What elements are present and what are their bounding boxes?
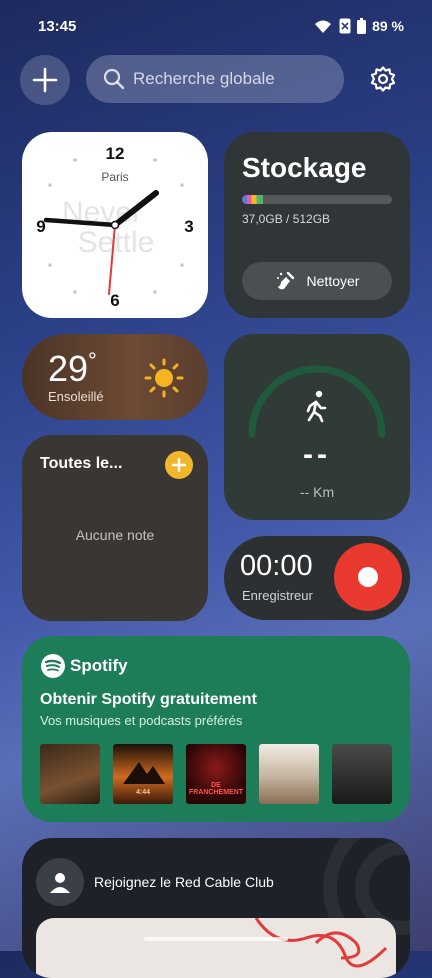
wifi-icon — [313, 18, 333, 34]
status-time: 13:45 — [38, 18, 77, 35]
clock-watermark: Settle — [78, 226, 155, 259]
record-dot-icon — [358, 567, 378, 587]
clean-button-label: Nettoyer — [306, 273, 360, 289]
walking-icon — [306, 390, 327, 423]
home-indicator[interactable] — [144, 937, 288, 941]
album-cover[interactable] — [259, 744, 319, 804]
club-text: Rejoignez le Red Cable Club — [94, 874, 274, 890]
avatar — [36, 858, 84, 906]
add-note-button[interactable] — [165, 451, 193, 479]
sun-icon — [144, 358, 184, 398]
notes-title: Toutes le... — [40, 455, 123, 472]
red-cable-art — [254, 918, 388, 968]
album-cover[interactable]: 4:44 — [113, 744, 173, 804]
notes-empty-text: Aucune note — [75, 527, 155, 543]
global-search-bar[interactable]: Recherche globale — [86, 55, 344, 103]
album-list: 4:44 DE FRANCHEMENT — [40, 744, 392, 804]
spotify-icon — [41, 654, 65, 678]
weather-condition: Ensoleillé — [48, 389, 104, 404]
clock-numeral: 3 — [184, 217, 193, 236]
album-cover[interactable] — [40, 744, 100, 804]
steps-widget[interactable]: -- -- Km — [224, 334, 410, 520]
plus-icon — [32, 67, 58, 93]
clock-numeral: 6 — [110, 291, 119, 310]
storage-usage-text: 37,0GB / 512GB — [242, 212, 331, 226]
spotify-brand-name: Spotify — [70, 656, 128, 675]
settings-button[interactable] — [362, 58, 404, 100]
storage-title: Stockage — [242, 152, 367, 183]
search-icon — [103, 68, 125, 90]
user-icon — [50, 873, 70, 893]
sim-disabled-icon — [339, 18, 351, 34]
battery-level: 89 % — [372, 18, 404, 34]
search-placeholder: Recherche globale — [133, 69, 275, 88]
recorder-time: 00:00 — [240, 550, 313, 582]
album-cover[interactable] — [332, 744, 392, 804]
recorder-label: Enregistreur — [242, 588, 313, 603]
notes-widget[interactable]: Toutes le... Aucune note — [22, 435, 208, 621]
battery-icon — [357, 18, 367, 34]
clean-button[interactable]: Nettoyer — [242, 262, 392, 300]
plus-icon — [172, 458, 186, 472]
add-widget-button[interactable] — [20, 55, 70, 105]
clock-widget[interactable]: Never Settle 12 3 6 9 Paris — [22, 132, 208, 318]
steps-distance: -- Km — [299, 484, 335, 500]
spotify-title: Obtenir Spotify gratuitement — [40, 691, 257, 708]
spotify-logo: Spotify — [40, 653, 128, 679]
broom-icon — [276, 271, 294, 290]
storage-widget[interactable]: Stockage 37,0GB / 512GB Nettoyer — [224, 132, 410, 318]
record-button[interactable] — [334, 543, 402, 611]
weather-widget[interactable]: 29° Ensoleillé — [22, 334, 208, 420]
storage-usage-bar — [242, 195, 392, 204]
status-icons: 89 % — [313, 18, 404, 34]
steps-value: -- — [303, 438, 331, 471]
gear-icon — [370, 66, 396, 92]
album-cover[interactable]: DE FRANCHEMENT — [186, 744, 246, 804]
club-widget[interactable]: Rejoignez le Red Cable Club — [22, 838, 410, 978]
clock-numeral: 12 — [106, 144, 125, 163]
clock-city: Paris — [101, 170, 128, 184]
spotify-widget[interactable]: Spotify Obtenir Spotify gratuitement Vos… — [22, 636, 410, 822]
weather-temperature: 29° — [48, 348, 97, 389]
club-promo-card[interactable] — [36, 918, 396, 978]
recorder-widget[interactable]: 00:00 Enregistreur — [224, 536, 410, 620]
spotify-subtitle: Vos musiques et podcasts préférés — [40, 713, 243, 728]
